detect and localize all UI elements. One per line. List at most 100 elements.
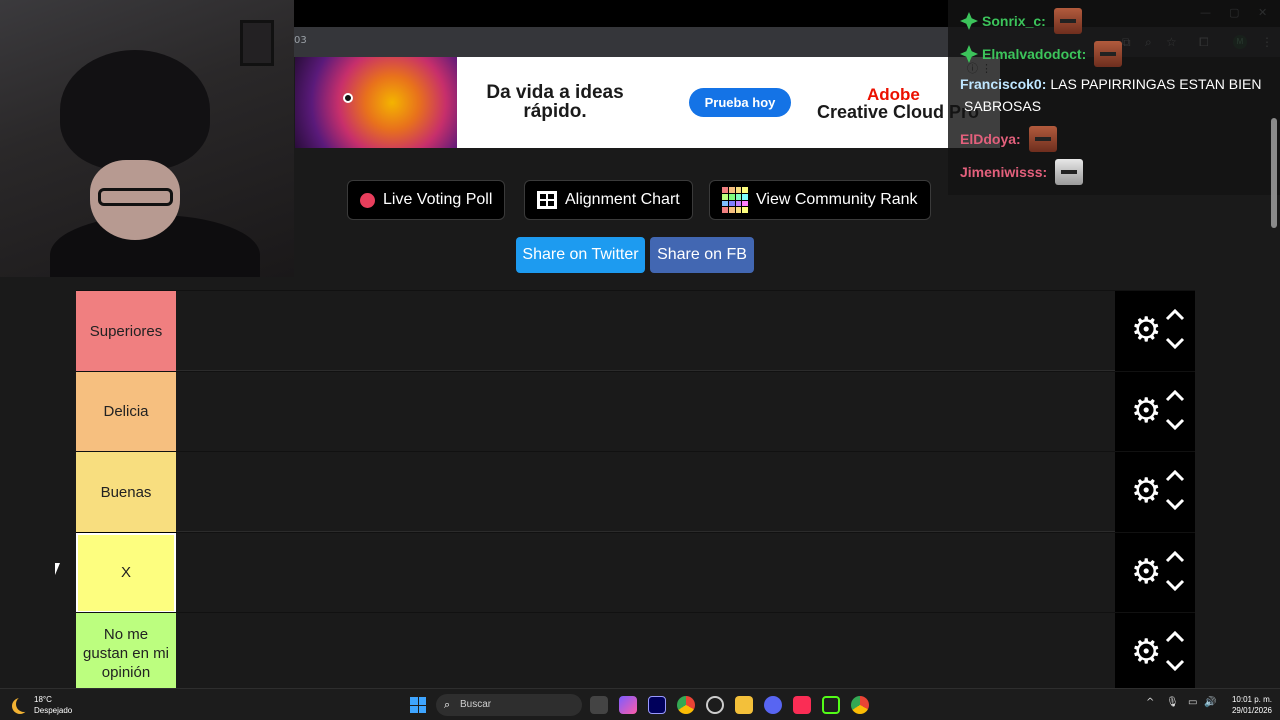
chevron-down-icon[interactable] [1163, 657, 1187, 675]
premiere-icon[interactable] [648, 696, 666, 714]
gear-icon[interactable]: ⚙ [1131, 555, 1161, 589]
streamer-hair [60, 50, 210, 170]
microphone-icon[interactable]: 🎙 [1166, 697, 1179, 708]
chrome-icon[interactable] [677, 696, 695, 714]
tier-label[interactable]: X [76, 531, 177, 614]
streamer-glasses [98, 188, 173, 206]
face-emote [1094, 41, 1123, 67]
tier-controls: ⚙ [1115, 371, 1195, 452]
chat-message: Sonrix_c: [960, 8, 1082, 34]
clock-time: 10:01 p. m. [1231, 695, 1272, 704]
weather-widget[interactable]: 18°C Despejado [12, 694, 72, 716]
chevron-up-icon[interactable] [1163, 466, 1187, 484]
tier-drop-zone[interactable] [176, 371, 1115, 452]
tier-label[interactable]: Delicia [76, 371, 176, 452]
chevron-down-icon[interactable] [1163, 577, 1187, 595]
network-icon[interactable]: ▭ [1188, 697, 1197, 708]
windows-start-icon[interactable] [410, 697, 426, 713]
chrome-profile-icon[interactable] [851, 696, 869, 714]
chat-overlay: Sonrix_c: Elmalvadodoct: Franciscok0: LAS P… [948, 0, 1280, 195]
ad-bird-image [295, 57, 457, 148]
tier-drop-zone[interactable] [176, 452, 1115, 532]
community-rank-label: View Community Rank [756, 191, 918, 208]
ad-banner[interactable]: Da vida a ideas rápido. Prueba hoy Adobe… [295, 57, 1000, 148]
file-explorer-icon[interactable] [735, 696, 753, 714]
share-twitter-button[interactable]: Share on Twitter [516, 237, 645, 273]
windows-taskbar: 18°C Despejado ⌕ Buscar ^ 🎙 ▭ 🔊 10:01 p.… [0, 688, 1280, 720]
page-scrollbar[interactable] [1271, 118, 1277, 228]
taskbar-clock[interactable]: 10:01 p. m. 29/01/2026 [1222, 694, 1272, 716]
kick-icon[interactable] [822, 696, 840, 714]
tier-row: X ⚙ [76, 531, 1195, 614]
gear-icon[interactable]: ⚙ [1131, 394, 1161, 428]
chat-text: LAS PAPIRRINGAS ESTAN BIEN [1050, 76, 1262, 92]
tray-chevron-icon[interactable]: ^ [1146, 697, 1154, 708]
chat-username[interactable]: Franciscok0: [960, 76, 1046, 92]
grid-icon [537, 191, 557, 209]
chat-message: Elmalvadodoct: [960, 41, 1123, 67]
alignment-chart-label: Alignment Chart [565, 191, 680, 208]
gear-icon[interactable]: ⚙ [1131, 313, 1161, 347]
chat-username[interactable]: ElDdoya: [960, 131, 1021, 147]
ad-cta-button[interactable]: Prueba hoy [689, 88, 791, 117]
gear-icon[interactable]: ⚙ [1131, 635, 1161, 669]
task-view-icon[interactable] [590, 696, 608, 714]
weather-condition: Despejado [34, 706, 73, 715]
chevron-up-icon[interactable] [1163, 305, 1187, 323]
share-facebook-button[interactable]: Share on FB [650, 237, 754, 273]
music-icon[interactable] [793, 696, 811, 714]
copilot-icon[interactable] [619, 696, 637, 714]
taskbar-search[interactable]: ⌕ Buscar [436, 694, 582, 716]
tier-row: Buenas ⚙ [76, 451, 1195, 532]
tier-label[interactable]: No me gustan en mi opinión [76, 613, 176, 688]
tier-list: Superiores ⚙ Delicia ⚙ Buenas ⚙ X ⚙ No me gustan… [76, 290, 1195, 688]
cat-emote [1055, 159, 1084, 185]
address-url[interactable]: 03 [294, 35, 307, 46]
clock-date: 29/01/2026 [1231, 706, 1272, 715]
mouse-cursor-icon [55, 563, 65, 575]
chevron-up-icon[interactable] [1163, 386, 1187, 404]
moon-icon [16, 696, 32, 712]
chat-message: ElDdoya: [960, 126, 1057, 152]
subscriber-badge-icon [960, 12, 978, 30]
chat-username[interactable]: Sonrix_c: [982, 13, 1046, 29]
chevron-down-icon[interactable] [1163, 335, 1187, 353]
record-dot-icon [360, 192, 375, 208]
live-voting-poll-label: Live Voting Poll [383, 191, 493, 208]
live-voting-poll-button[interactable]: Live Voting Poll [347, 180, 506, 220]
tier-row: Superiores ⚙ [76, 290, 1195, 371]
alignment-chart-button[interactable]: Alignment Chart [524, 180, 693, 220]
discord-icon[interactable] [764, 696, 782, 714]
chevron-up-icon[interactable] [1163, 547, 1187, 565]
chat-username[interactable]: Jimeniwisss: [960, 164, 1047, 180]
gear-icon[interactable]: ⚙ [1131, 474, 1161, 508]
volume-icon[interactable]: 🔊 [1204, 697, 1216, 708]
search-icon: ⌕ [444, 699, 451, 711]
chat-message: Franciscok0: LAS PAPIRRINGAS ESTAN BIEN [960, 76, 1261, 92]
tier-row: No me gustan en mi opinión ⚙ [76, 612, 1195, 688]
chat-message: Jimeniwisss: [960, 159, 1084, 185]
chat-message: SABROSAS [960, 98, 1041, 114]
tier-controls: ⚙ [1115, 291, 1195, 371]
face-emote [1028, 126, 1057, 152]
tier-controls: ⚙ [1115, 532, 1195, 613]
community-rank-button[interactable]: View Community Rank [709, 180, 931, 220]
background-frame [240, 20, 274, 66]
webcam-overlay [0, 0, 294, 277]
taskbar-search-placeholder: Buscar [460, 699, 492, 710]
tier-drop-zone[interactable] [176, 532, 1115, 613]
chat-text: SABROSAS [964, 98, 1042, 114]
tier-label[interactable]: Buenas [76, 452, 176, 532]
tier-label[interactable]: Superiores [76, 291, 176, 371]
chat-username[interactable]: Elmalvadodoct: [982, 46, 1086, 62]
chevron-down-icon[interactable] [1163, 496, 1187, 514]
tier-drop-zone[interactable] [176, 291, 1115, 371]
subscriber-badge-icon [960, 45, 978, 63]
obs-icon[interactable] [706, 696, 724, 714]
chevron-down-icon[interactable] [1163, 416, 1187, 434]
tier-mosaic-icon [722, 187, 748, 213]
tier-drop-zone[interactable] [176, 613, 1115, 688]
chevron-up-icon[interactable] [1163, 627, 1187, 645]
face-emote [1053, 8, 1082, 34]
tier-controls: ⚙ [1115, 613, 1195, 688]
